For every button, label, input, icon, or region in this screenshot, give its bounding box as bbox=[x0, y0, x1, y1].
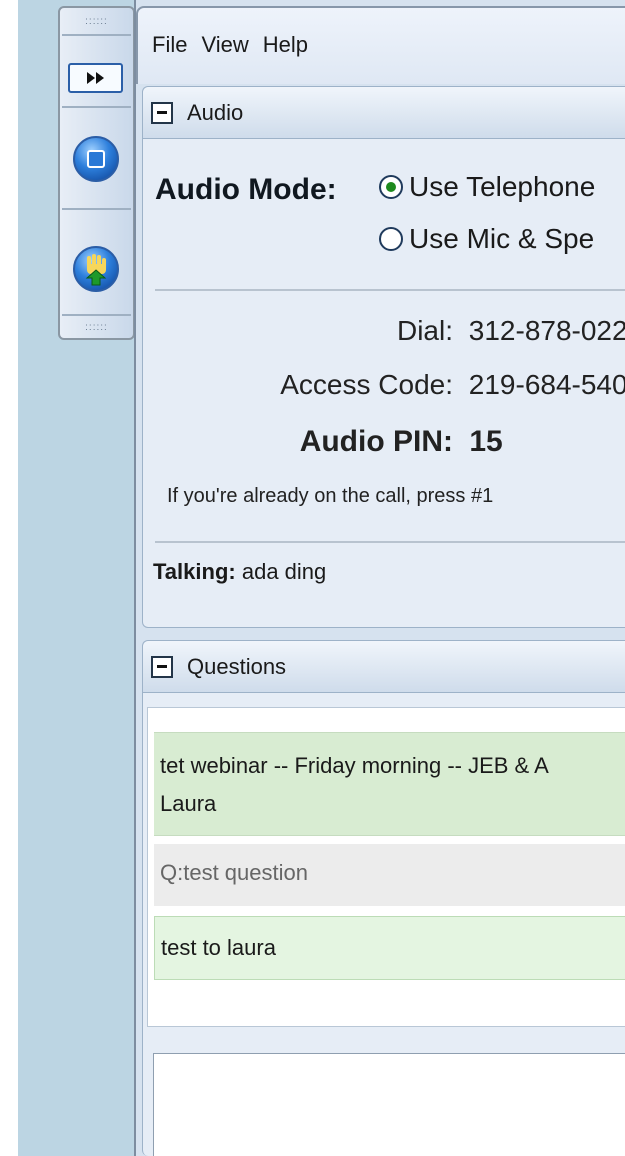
talking-label: Talking: bbox=[153, 559, 236, 584]
radio-label-mic: Use Mic & Spe bbox=[409, 223, 595, 254]
raise-hand-button[interactable] bbox=[73, 246, 119, 292]
menu-view[interactable]: View bbox=[201, 32, 248, 84]
talking-value: ada ding bbox=[241, 559, 327, 584]
audio-divider bbox=[155, 289, 625, 291]
audio-section-title: Audio bbox=[187, 99, 244, 125]
dial-value: 312-878-022 bbox=[468, 315, 625, 346]
collapse-audio-button[interactable] bbox=[151, 101, 173, 124]
audio-divider bbox=[155, 541, 625, 543]
toolbar-grip-top[interactable]: :::::: bbox=[68, 14, 125, 28]
radio-unselected-icon bbox=[379, 227, 403, 251]
fast-forward-icon bbox=[86, 72, 104, 84]
list-item[interactable]: Q:test question bbox=[154, 844, 625, 906]
menu-bar: File View Help bbox=[136, 6, 625, 84]
already-on-call-note: If you're already on the call, press #1 bbox=[167, 485, 494, 507]
collapse-questions-button[interactable] bbox=[151, 655, 173, 678]
questions-section: Questions tet webinar -- Friday morning … bbox=[142, 640, 625, 1156]
radio-label-telephone: Use Telephone bbox=[409, 171, 596, 202]
questions-log[interactable]: tet webinar -- Friday morning -- JEB & A… bbox=[147, 707, 625, 1027]
access-code-row: Access Code: 219-684-540 bbox=[243, 369, 625, 401]
questions-section-header: Questions bbox=[143, 641, 625, 693]
menu-file[interactable]: File bbox=[152, 32, 187, 84]
questions-body: tet webinar -- Friday morning -- JEB & A… bbox=[143, 693, 625, 1156]
questions-section-title: Questions bbox=[187, 653, 287, 679]
audio-section: Audio Audio Mode: Use Telephone Use Mic … bbox=[142, 86, 625, 628]
list-item[interactable]: tet webinar -- Friday morning -- JEB & A… bbox=[154, 732, 625, 836]
toolbar-divider bbox=[62, 314, 131, 316]
radio-use-mic-speakers[interactable]: Use Mic & Spe bbox=[379, 223, 594, 255]
audio-pin-row: Audio PIN: 15 bbox=[243, 425, 503, 459]
question-input[interactable] bbox=[153, 1053, 625, 1156]
toolbar-grip-bottom[interactable]: :::::: bbox=[68, 320, 125, 334]
talking-status: Talking: ada ding bbox=[153, 559, 326, 585]
dial-row: Dial: 312-878-022 bbox=[243, 315, 625, 347]
raise-hand-icon bbox=[85, 254, 107, 286]
audio-mode-label: Audio Mode: bbox=[155, 173, 337, 206]
menu-help[interactable]: Help bbox=[263, 32, 308, 84]
audio-pin-value: 15 bbox=[469, 425, 503, 458]
stop-button[interactable] bbox=[73, 136, 119, 182]
webinar-title-line2: Laura bbox=[160, 791, 217, 816]
toolbar-divider bbox=[62, 208, 131, 210]
floating-toolbar: :::::: :::::: bbox=[58, 6, 135, 340]
webinar-title-line1: tet webinar -- Friday morning -- JEB & A bbox=[160, 753, 549, 778]
audio-section-header: Audio bbox=[143, 87, 625, 139]
dial-label: Dial: bbox=[396, 315, 453, 346]
radio-use-telephone[interactable]: Use Telephone bbox=[379, 171, 595, 203]
toolbar-divider bbox=[62, 34, 131, 36]
radio-selected-icon bbox=[379, 175, 403, 199]
main-panel: File View Help Audio Audio Mode: Use Tel… bbox=[134, 0, 625, 1156]
access-code-label: Access Code: bbox=[280, 369, 453, 400]
audio-body: Audio Mode: Use Telephone Use Mic & Spe … bbox=[143, 139, 625, 621]
access-code-value: 219-684-540 bbox=[468, 369, 625, 400]
expand-panel-button[interactable] bbox=[68, 63, 123, 93]
list-item[interactable]: test to laura bbox=[154, 916, 625, 980]
audio-pin-label: Audio PIN: bbox=[299, 425, 453, 458]
toolbar-divider bbox=[62, 106, 131, 108]
stop-icon bbox=[87, 150, 105, 168]
